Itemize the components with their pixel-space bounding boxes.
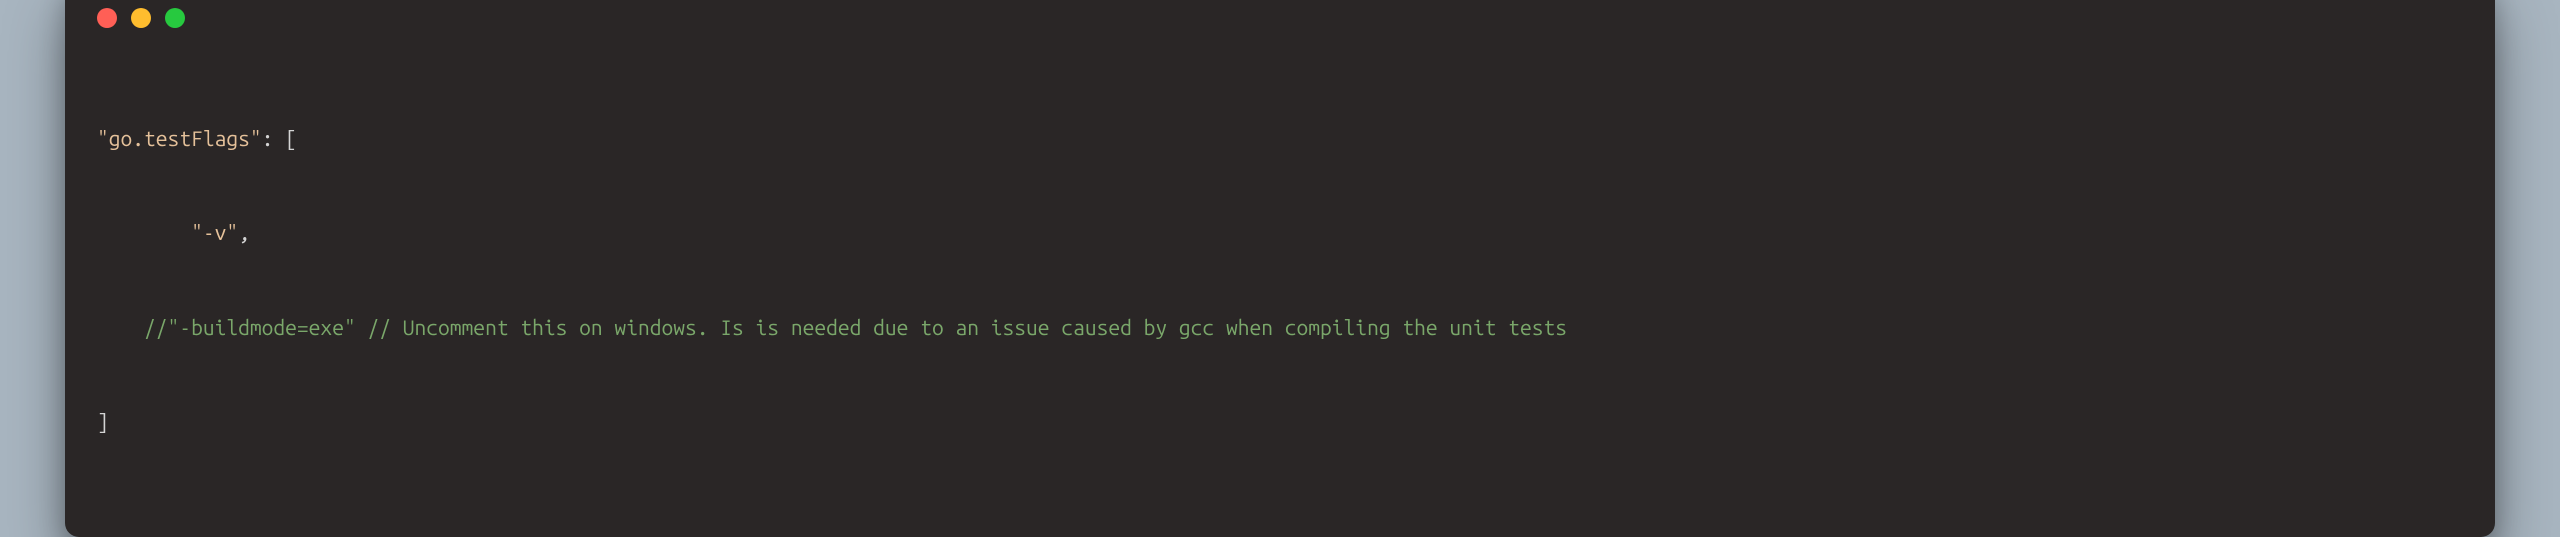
window-titlebar [97, 8, 2463, 28]
json-key: "go.testFlags" [97, 126, 262, 150]
minimize-icon[interactable] [131, 8, 151, 28]
flag-string: "-v" [191, 220, 238, 244]
code-block: "go.testFlags": [ "-v", //"-buildmode=ex… [97, 60, 2463, 501]
close-icon[interactable] [97, 8, 117, 28]
code-line-1: "go.testFlags": [ [97, 123, 2463, 155]
code-line-2: "-v", [97, 217, 2463, 249]
comma: , [238, 220, 250, 244]
code-line-4: ] [97, 406, 2463, 438]
comment-line: //"-buildmode=exe" // Uncomment this on … [144, 315, 1567, 339]
maximize-icon[interactable] [165, 8, 185, 28]
code-window: "go.testFlags": [ "-v", //"-buildmode=ex… [65, 0, 2495, 537]
close-bracket: ] [97, 409, 109, 433]
colon-open-bracket: : [ [262, 126, 297, 150]
code-line-3: //"-buildmode=exe" // Uncomment this on … [97, 312, 2463, 344]
